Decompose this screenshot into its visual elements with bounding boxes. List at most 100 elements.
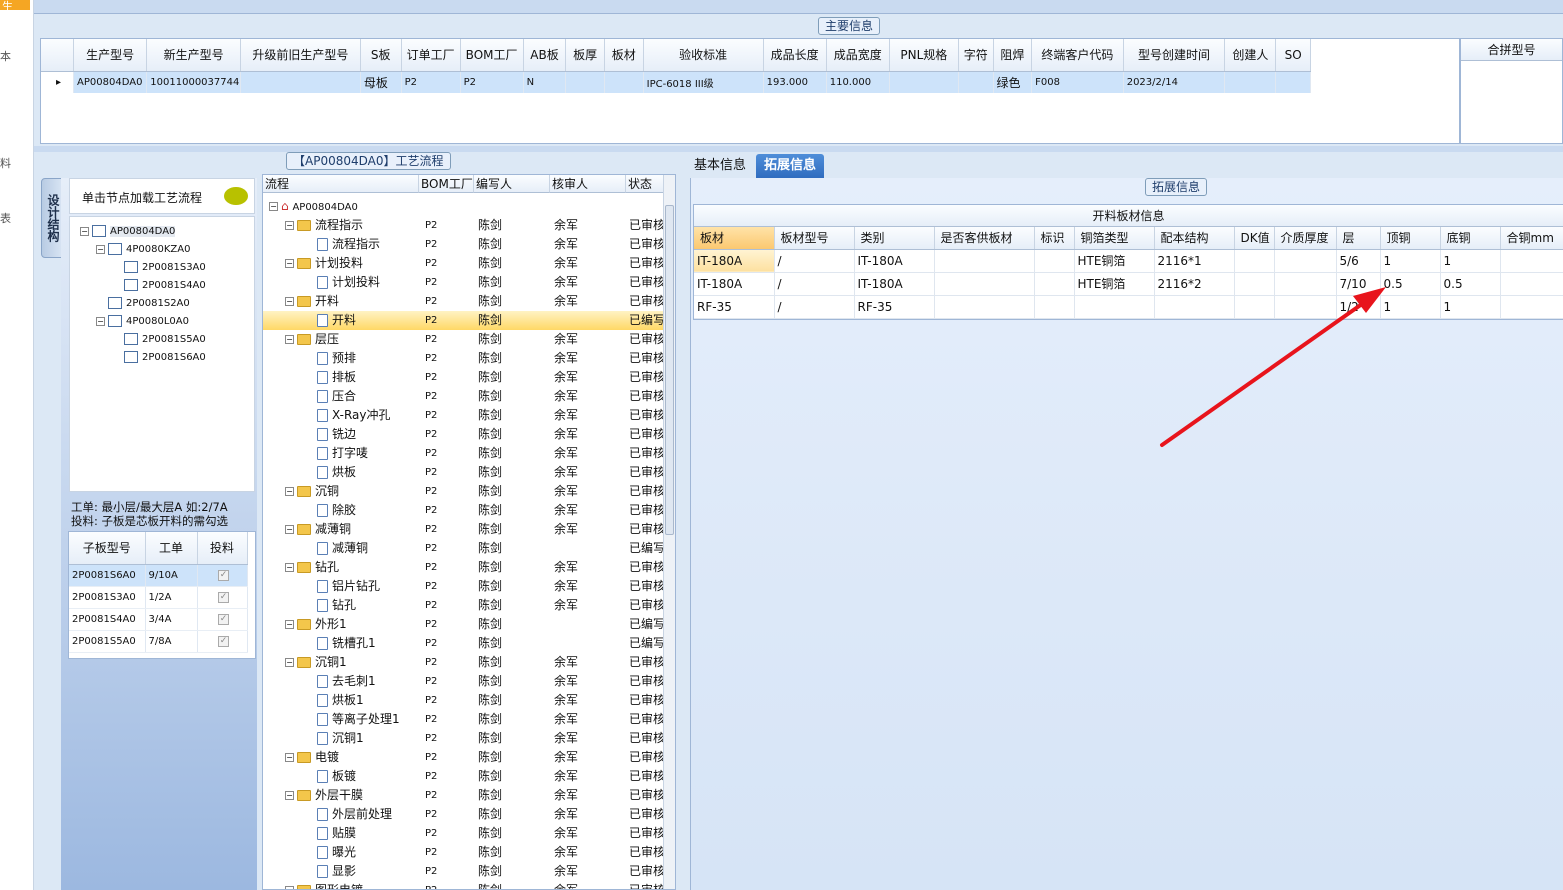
tree-node[interactable]: 2P0081S3A0 <box>112 259 206 277</box>
table-row[interactable]: ▸ AP00804DA0 10011000037744 母板 P2 P2 N IPC-6018… <box>41 71 1311 93</box>
table-cell[interactable]: IT-180A <box>854 249 935 273</box>
col-header[interactable]: 成品长度 <box>763 39 827 72</box>
splitter[interactable] <box>34 146 1563 152</box>
tree-node[interactable]: − 4P0080L0A0 <box>96 313 189 331</box>
table-cell[interactable]: 110.000 <box>826 71 890 93</box>
flow-row[interactable]: 去毛刺1 P2 陈剑 余军 已审核 <box>263 672 665 691</box>
flow-row[interactable]: 显影 P2 陈剑 余军 已审核 <box>263 862 665 881</box>
flow-row[interactable]: 等离子处理1 P2 陈剑 余军 已审核 <box>263 710 665 729</box>
flow-row[interactable]: − 沉铜 P2 陈剑 余军 已审核 <box>263 482 665 501</box>
collapse-icon[interactable]: − <box>96 244 105 254</box>
collapse-icon[interactable]: − <box>285 658 294 667</box>
table-cell[interactable] <box>1154 295 1235 319</box>
collapse-icon[interactable]: − <box>96 316 105 326</box>
col-header[interactable]: PNL规格 <box>889 39 959 72</box>
col-header[interactable]: 配本结构 <box>1154 227 1235 250</box>
table-cell[interactable] <box>604 71 644 93</box>
flow-row[interactable]: 减薄铜 P2 陈剑 已编写 <box>263 539 665 558</box>
flow-row[interactable]: 铣边 P2 陈剑 余军 已审核 <box>263 425 665 444</box>
col-bom[interactable]: BOM工厂 <box>419 175 474 193</box>
col-header[interactable]: 生产型号 <box>73 39 148 72</box>
col-header[interactable]: DK值 <box>1234 227 1275 250</box>
flow-row[interactable]: 曝光 P2 陈剑 余军 已审核 <box>263 843 665 862</box>
table-cell[interactable]: HTE铜箔 <box>1074 272 1155 296</box>
col-header[interactable]: 顶铜 <box>1380 227 1441 250</box>
tree-node[interactable]: 2P0081S4A0 <box>112 277 206 295</box>
feed-cell[interactable]: ✓ <box>197 630 248 653</box>
feed-cell[interactable]: ✓ <box>197 608 248 631</box>
table-row[interactable]: IT-180A / IT-180A HTE铜箔 2116*1 5/6 1 1 <box>694 249 1563 273</box>
table-cell[interactable]: ▸ <box>41 71 75 93</box>
col-feed[interactable]: 投料 <box>197 532 248 565</box>
table-cell[interactable] <box>1500 249 1563 273</box>
tree-node[interactable]: − 4P0080KZA0 <box>96 241 190 259</box>
tab-basic-info[interactable]: 基本信息 <box>686 154 754 178</box>
scroll-thumb[interactable] <box>665 205 674 535</box>
collapse-icon[interactable]: − <box>285 335 294 344</box>
collapse-icon[interactable]: − <box>285 259 294 268</box>
tree-node[interactable]: 2P0081S2A0 <box>96 295 190 313</box>
feed-cell[interactable]: ✓ <box>197 564 248 587</box>
col-header[interactable]: 验收标准 <box>643 39 764 72</box>
table-cell[interactable] <box>565 71 605 93</box>
flow-row[interactable]: 开料 P2 陈剑 已编写 <box>263 311 665 330</box>
table-row[interactable]: IT-180A / IT-180A HTE铜箔 2116*2 7/10 0.5 0.5 <box>694 272 1563 296</box>
table-cell[interactable]: 7/10 <box>1336 272 1381 296</box>
collapse-icon[interactable]: − <box>269 202 278 211</box>
table-cell[interactable]: N <box>523 71 567 93</box>
collapse-icon[interactable]: − <box>285 221 294 230</box>
collapse-icon[interactable]: − <box>285 791 294 800</box>
table-cell[interactable] <box>240 71 361 93</box>
table-cell[interactable]: P2 <box>460 71 524 93</box>
flow-row[interactable]: 打字唛 P2 陈剑 余军 已审核 <box>263 444 665 463</box>
table-cell[interactable]: 1/2 <box>1336 295 1381 319</box>
col-header[interactable]: 板厚 <box>565 39 605 72</box>
tree-node[interactable]: 2P0081S6A0 <box>112 349 206 367</box>
col-header[interactable]: 类别 <box>854 227 935 250</box>
flow-row[interactable]: 贴膜 P2 陈剑 余军 已审核 <box>263 824 665 843</box>
collapse-icon[interactable]: − <box>285 297 294 306</box>
col-header[interactable]: 标识 <box>1034 227 1075 250</box>
col-header[interactable]: 成品宽度 <box>826 39 890 72</box>
col-writer[interactable]: 编写人 <box>474 175 550 193</box>
col-header[interactable]: 底铜 <box>1440 227 1501 250</box>
table-cell[interactable]: 2023/2/14 <box>1123 71 1226 93</box>
table-cell[interactable]: RF-35 <box>854 295 935 319</box>
collapse-icon[interactable]: − <box>285 525 294 534</box>
feed-checkbox[interactable]: ✓ <box>218 614 229 625</box>
col-header[interactable]: AB板 <box>523 39 567 72</box>
flow-row[interactable]: 烘板 P2 陈剑 余军 已审核 <box>263 463 665 482</box>
flow-row[interactable]: 铣槽孔1 P2 陈剑 已编写 <box>263 634 665 653</box>
table-cell[interactable]: 1 <box>1380 249 1441 273</box>
feed-cell[interactable]: ✓ <box>197 586 248 609</box>
flow-row[interactable]: 计划投料 P2 陈剑 余军 已审核 <box>263 273 665 292</box>
col-header[interactable]: 板材型号 <box>774 227 855 250</box>
table-cell[interactable] <box>1274 272 1337 296</box>
comment-icon[interactable] <box>224 187 248 205</box>
tab-extended-info[interactable]: 拓展信息 <box>756 154 825 178</box>
flow-row[interactable]: 钻孔 P2 陈剑 余军 已审核 <box>263 596 665 615</box>
table-row[interactable]: 2P0081S4A0 3/4A ✓ <box>69 608 248 631</box>
table-cell[interactable] <box>1034 272 1075 296</box>
table-cell[interactable]: 1 <box>1440 249 1501 273</box>
table-cell[interactable]: HTE铜箔 <box>1074 249 1155 273</box>
col-header[interactable]: 型号创建时间 <box>1123 39 1226 72</box>
feed-checkbox[interactable]: ✓ <box>218 636 229 647</box>
col-status[interactable]: 状态 <box>626 175 666 193</box>
table-row[interactable]: 2P0081S6A0 9/10A ✓ <box>69 564 248 587</box>
flow-row[interactable]: − 流程指示 P2 陈剑 余军 已审核 <box>263 216 665 235</box>
table-cell[interactable]: IT-180A <box>694 249 775 273</box>
col-header[interactable]: 阻焊 <box>993 39 1033 72</box>
col-header[interactable]: 合铜mm <box>1500 227 1563 250</box>
table-cell[interactable]: 绿色 <box>993 71 1033 93</box>
flow-row[interactable]: X-Ray冲孔 P2 陈剑 余军 已审核 <box>263 406 665 425</box>
table-cell[interactable] <box>1500 295 1563 319</box>
sidebar-char[interactable]: 本 <box>0 48 11 64</box>
flow-root[interactable]: − ⌂ AP00804DA0 <box>263 197 665 216</box>
flow-row[interactable]: 板镀 P2 陈剑 余军 已审核 <box>263 767 665 786</box>
flow-row[interactable]: 烘板1 P2 陈剑 余军 已审核 <box>263 691 665 710</box>
table-cell[interactable] <box>1034 295 1075 319</box>
table-cell[interactable]: 母板 <box>360 71 402 93</box>
table-cell[interactable]: RF-35 <box>694 295 775 319</box>
col-flow[interactable]: 流程 <box>263 175 419 193</box>
